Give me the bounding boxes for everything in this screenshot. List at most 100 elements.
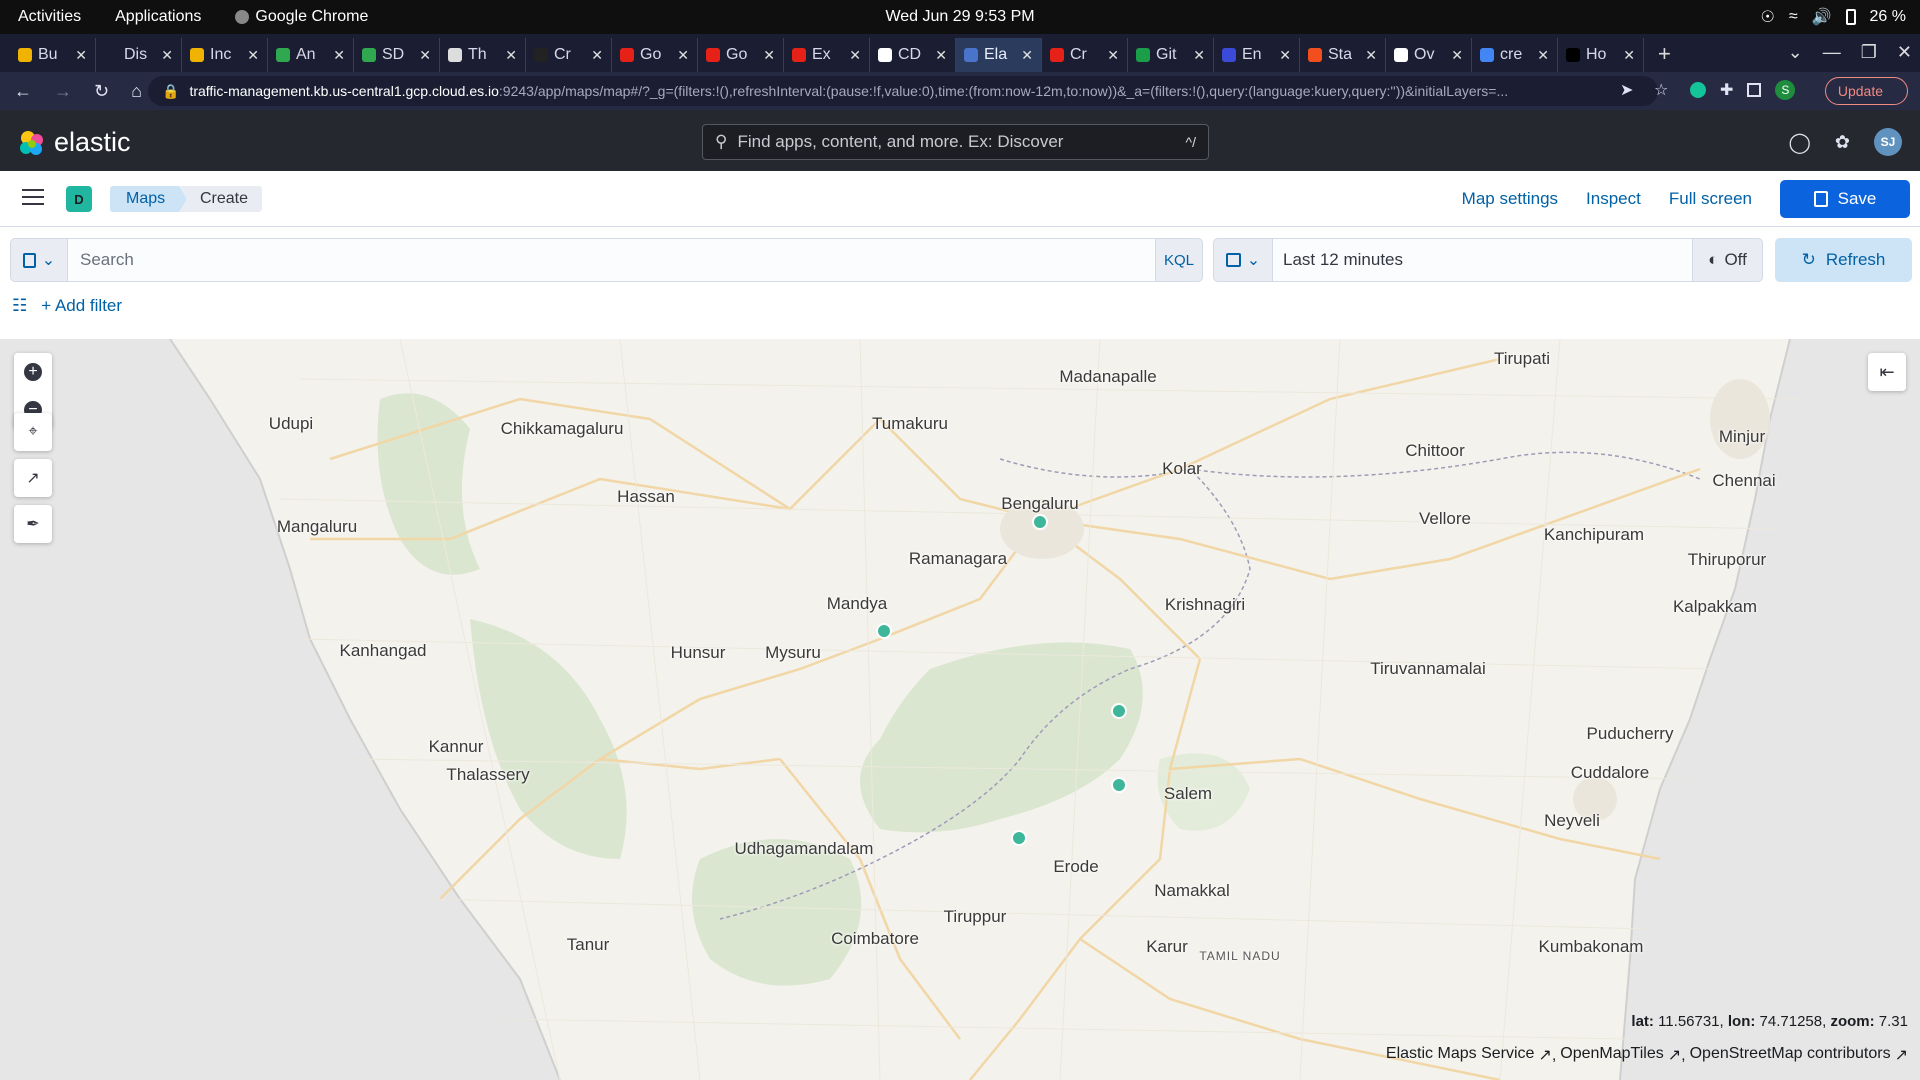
browser-tab[interactable]: cre ✕ [1472,38,1558,72]
tab-close-icon[interactable]: ✕ [75,47,87,64]
fit-to-data-button[interactable]: ⌖ [14,413,52,451]
browser-tab[interactable]: Ela ✕ [956,38,1042,72]
tab-close-icon[interactable]: ✕ [1451,47,1463,64]
browser-tab[interactable]: Go ✕ [612,38,698,72]
tab-close-icon[interactable]: ✕ [677,47,689,64]
elastic-logo[interactable]: elastic [18,127,131,158]
wifi-icon[interactable]: ≈ [1789,8,1798,26]
attribution-openmaptiles[interactable]: OpenMapTiles [1560,1045,1663,1065]
forward-icon[interactable]: → [54,81,72,102]
help-icon[interactable]: ◯ [1789,130,1811,155]
map-settings-link[interactable]: Map settings [1462,189,1558,209]
battery-icon[interactable] [1845,9,1856,25]
tab-close-icon[interactable]: ✕ [1537,47,1549,64]
applications-menu[interactable]: Applications [115,8,201,26]
filter-options-icon[interactable]: ☷ [12,296,27,316]
browser-tab[interactable]: Git ✕ [1128,38,1214,72]
newsfeed-icon[interactable]: ✿ [1835,132,1850,153]
forest-area [377,393,480,575]
tab-close-icon[interactable]: ✕ [505,47,517,64]
reload-icon[interactable]: ↻ [94,81,109,102]
tab-close-icon[interactable]: ✕ [1365,47,1377,64]
browser-tab[interactable]: En ✕ [1214,38,1300,72]
browser-tab[interactable]: Ex ✕ [784,38,870,72]
browser-tab[interactable]: Sta ✕ [1300,38,1386,72]
tab-close-icon[interactable]: ✕ [247,47,259,64]
home-icon[interactable]: ⌂ [131,81,142,102]
breadcrumb-maps[interactable]: Maps [110,186,188,212]
browser-tab[interactable]: CD ✕ [870,38,956,72]
kql-toggle[interactable]: KQL [1155,238,1203,282]
space-selector[interactable]: D [66,186,92,212]
share-icon[interactable]: ➤ [1620,80,1633,100]
extensions-puzzle-icon[interactable]: ✚ [1720,80,1733,100]
attribution-osm[interactable]: OpenStreetMap contributors [1690,1045,1891,1065]
active-app[interactable]: Google Chrome [235,8,368,26]
user-avatar[interactable]: SJ [1874,128,1902,156]
tab-close-icon[interactable]: ✕ [1623,47,1635,64]
lock-icon: 🔒 [162,82,180,99]
browser-tab[interactable]: Th ✕ [440,38,526,72]
refresh-button[interactable]: ↻ Refresh [1775,238,1912,282]
global-search-input[interactable]: ⚲ Find apps, content, and more. Ex: Disc… [702,124,1209,160]
browser-tab[interactable]: Dis ✕ [96,38,182,72]
browser-tab[interactable]: Ov ✕ [1386,38,1472,72]
browser-tab[interactable]: Inc ✕ [182,38,268,72]
add-filter-button[interactable]: + Add filter [41,296,122,316]
zoom-in-button[interactable]: + [14,353,52,391]
browser-tab[interactable]: Cr ✕ [1042,38,1128,72]
save-button[interactable]: Save [1780,180,1910,218]
browser-tab[interactable]: Go ✕ [698,38,784,72]
map-data-point[interactable] [1032,514,1048,530]
layer-control-toggle[interactable]: ⇤ [1868,353,1906,391]
map-canvas[interactable]: Tirupati Madanapalle Udupi Chikkamagaluru Tu… [0,339,1920,1080]
map-data-point[interactable] [876,623,892,639]
new-tab-button[interactable]: + [1644,38,1685,72]
auto-refresh-toggle[interactable]: ◐ Off [1692,238,1763,282]
back-icon[interactable]: ← [14,81,32,102]
kibana-header: elastic ⚲ Find apps, content, and more. … [0,110,1920,171]
tab-close-icon[interactable]: ✕ [849,47,861,64]
profile-avatar[interactable]: S [1775,80,1796,100]
bookmark-star-icon[interactable]: ☆ [1654,80,1668,100]
close-window-icon[interactable]: ✕ [1897,42,1912,63]
tab-close-icon[interactable]: ✕ [1021,47,1033,64]
browser-tab[interactable]: SD ✕ [354,38,440,72]
map-data-point[interactable] [1111,777,1127,793]
measure-button[interactable]: ✒ [14,505,52,543]
tab-close-icon[interactable]: ✕ [333,47,345,64]
saved-query-menu[interactable]: ⌄ [10,238,68,282]
accessibility-icon[interactable]: ☉ [1760,7,1774,27]
browser-tab[interactable]: Ho ✕ [1558,38,1644,72]
tab-close-icon[interactable]: ✕ [1107,47,1119,64]
tab-close-icon[interactable]: ✕ [419,47,431,64]
maximize-icon[interactable]: ❐ [1861,42,1877,63]
tab-search-icon[interactable]: ⌄ [1788,42,1803,63]
tab-close-icon[interactable]: ✕ [1193,47,1205,64]
map-data-point[interactable] [1111,703,1127,719]
attribution-ems[interactable]: Elastic Maps Service [1386,1045,1535,1065]
update-button[interactable]: Update [1824,77,1908,105]
minimize-icon[interactable]: — [1823,42,1841,63]
full-screen-link[interactable]: Full screen [1669,189,1752,209]
browser-tab[interactable]: An ✕ [268,38,354,72]
quick-date-menu[interactable]: ⌄ [1213,238,1273,282]
map-data-point[interactable] [1011,830,1027,846]
tab-close-icon[interactable]: ✕ [935,47,947,64]
url-bar[interactable]: 🔒 traffic-management.kb.us-central1.gcp.… [148,76,1658,106]
menu-toggle-icon[interactable] [22,189,44,205]
sidepanel-icon[interactable] [1747,83,1762,97]
tab-close-icon[interactable]: ✕ [763,47,775,64]
date-range-display[interactable]: Last 12 minutes [1273,238,1696,282]
tab-close-icon[interactable]: ✕ [591,47,603,64]
tab-close-icon[interactable]: ✕ [161,47,173,64]
tab-close-icon[interactable]: ✕ [1279,47,1291,64]
browser-tab[interactable]: Bu ✕ [10,38,96,72]
activities-button[interactable]: Activities [18,8,81,26]
draw-shape-button[interactable]: ↗ [14,459,52,497]
volume-icon[interactable]: 🔊 [1812,7,1832,27]
query-input[interactable]: Search [68,238,1165,282]
browser-tab[interactable]: Cr ✕ [526,38,612,72]
grammarly-icon[interactable] [1690,82,1706,98]
inspect-link[interactable]: Inspect [1586,189,1641,209]
